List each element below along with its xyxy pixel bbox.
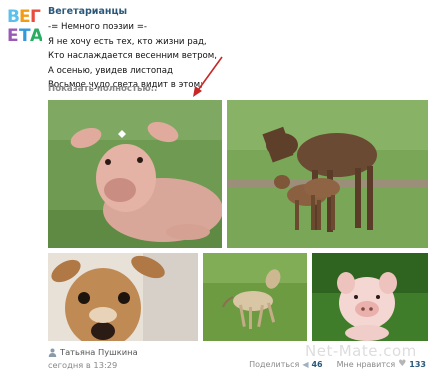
red-arrow-icon [193, 56, 223, 97]
photo-foal[interactable] [203, 253, 307, 341]
post-timestamp[interactable]: сегодня в 13:29 [48, 360, 117, 370]
share-button-label[interactable]: Поделиться [249, 360, 299, 369]
like-button-label[interactable]: Мне нравится [337, 360, 396, 369]
heart-icon[interactable]: ♥ [398, 359, 406, 369]
author-name-link[interactable]: Вегетарианцы [48, 6, 127, 17]
avatar-letter-6: А [30, 26, 42, 44]
post-text-line: Я не хочу есть тех, кто жизни рад, [48, 36, 207, 47]
share-count: 46 [311, 359, 323, 369]
avatar-letter-4: Е [7, 26, 19, 44]
watermark: Net-Mate.com [305, 342, 417, 360]
photo-moose[interactable] [227, 100, 428, 248]
post-text-line: А осенью, увидев листопад [48, 65, 173, 76]
avatar-letter-2: Е [19, 7, 31, 27]
signer-name[interactable]: Татьяна Пушкина [60, 347, 138, 357]
post-actions: Поделиться ◀ 46 Мне нравится ♥ 133 [249, 359, 426, 369]
post-text-line: Кто наслаждается весенним ветром, [48, 51, 218, 62]
share-icon[interactable]: ◀ [302, 360, 308, 369]
photo-fawn[interactable] [48, 253, 198, 341]
signer[interactable]: Татьяна Пушкина [48, 347, 138, 357]
person-icon [48, 348, 57, 357]
show-more-link[interactable]: Показать полностью.. [48, 84, 157, 94]
photo-calf[interactable] [48, 100, 222, 248]
avatar[interactable]: В Е Г Е Т А [6, 5, 42, 44]
avatar-letter-3: Г [30, 7, 41, 27]
like-count: 133 [409, 359, 426, 369]
wall-post: В Е Г Е Т А Вегетарианцы -= Немного поэз… [0, 0, 434, 373]
photo-piglet[interactable] [312, 253, 428, 341]
post-text: -= Немного поэзии =- Я не хочу есть тех,… [48, 20, 278, 93]
post-text-line: -= Немного поэзии =- [48, 22, 148, 32]
